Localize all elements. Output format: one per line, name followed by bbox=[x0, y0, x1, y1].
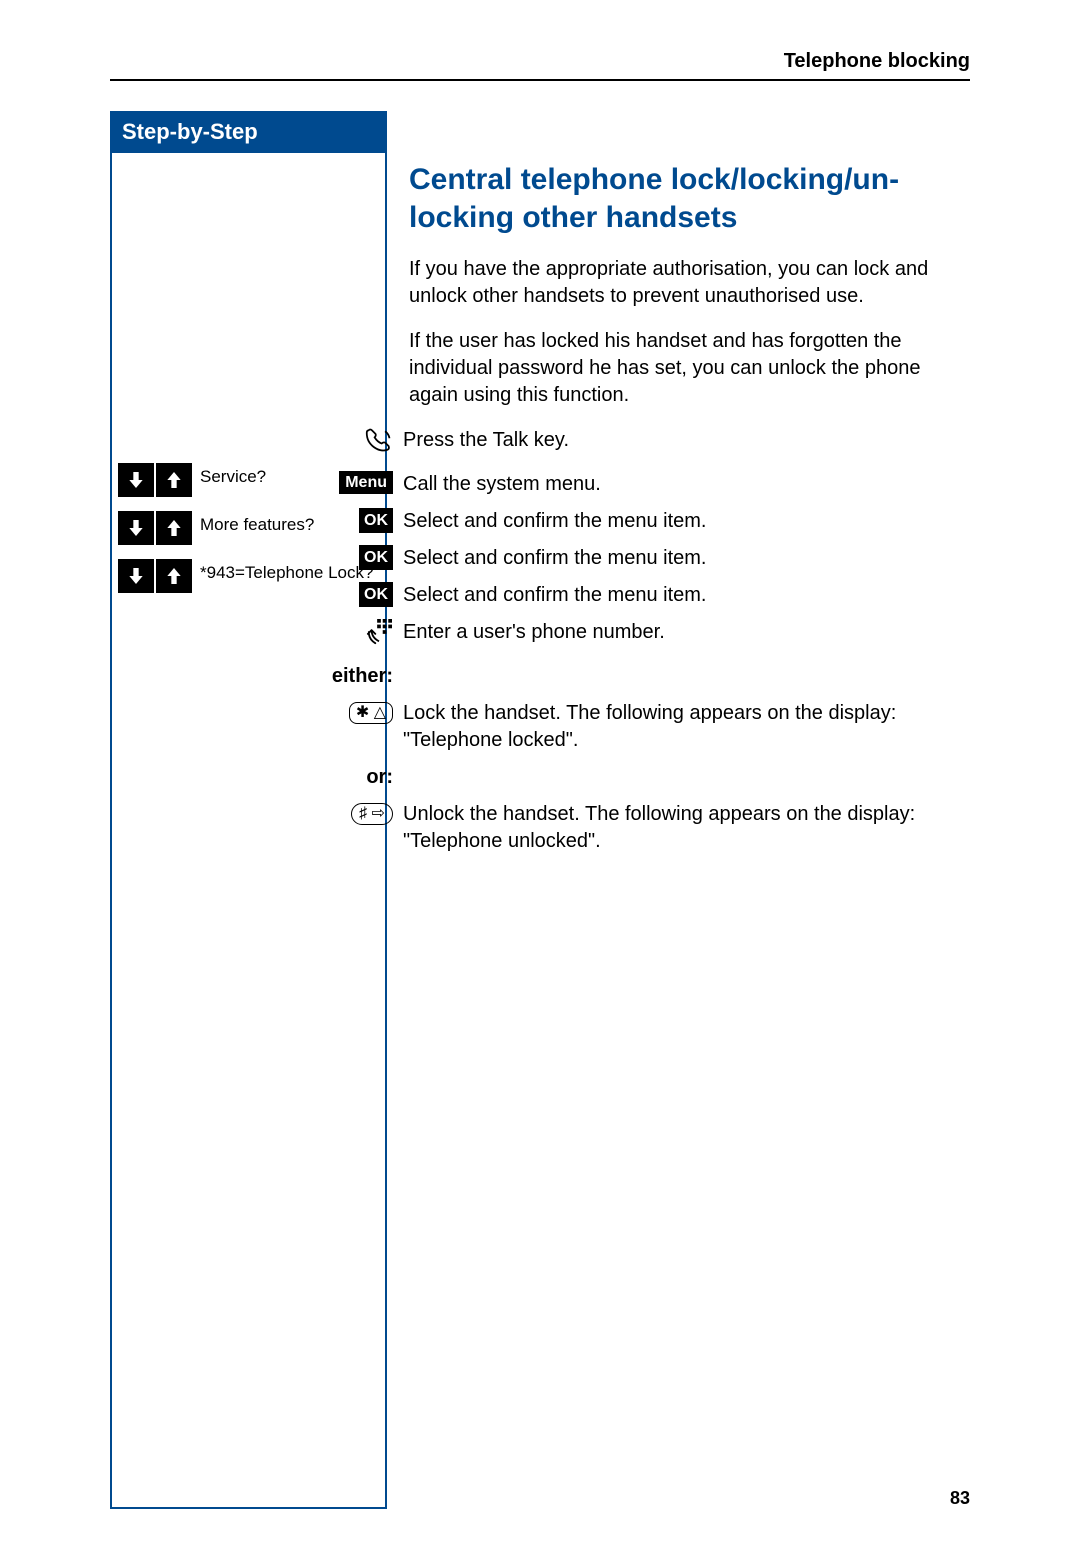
page-title: Central telephone lock/locking/un­lockin… bbox=[409, 161, 970, 236]
page-number: 83 bbox=[950, 1488, 970, 1509]
arrow-down-icon bbox=[118, 511, 154, 545]
step-enter-number: Enter a user's phone number. bbox=[409, 619, 970, 653]
arrow-up-icon bbox=[156, 511, 192, 545]
intro-paragraph-2: If the user has locked his handset and h… bbox=[409, 328, 970, 409]
step-text: Select and confirm the menu item. bbox=[403, 582, 970, 609]
step-lock: ✱ △ Lock the handset. The following appe… bbox=[409, 700, 970, 754]
step-ok-1: OK Select and confirm the menu item. bbox=[409, 508, 970, 535]
star-key-icon: ✱ △ bbox=[349, 702, 393, 724]
arrow-down-icon bbox=[118, 559, 154, 593]
arrow-up-icon bbox=[156, 463, 192, 497]
step-text: Unlock the handset. The following appear… bbox=[403, 801, 970, 855]
step-text: Select and confirm the menu item. bbox=[403, 545, 970, 572]
or-label-row: or: bbox=[409, 764, 970, 791]
arrow-down-icon bbox=[118, 463, 154, 497]
step-text: Enter a user's phone number. bbox=[403, 619, 970, 646]
sidebar-row-service: Service? bbox=[118, 463, 377, 497]
ok-badge: OK bbox=[359, 545, 393, 570]
either-label-row: either: bbox=[409, 663, 970, 690]
ok-badge: OK bbox=[359, 582, 393, 607]
intro-paragraph-1: If you have the appropriate authorisatio… bbox=[409, 256, 970, 310]
talk-key-icon bbox=[365, 427, 393, 461]
arrow-up-icon bbox=[156, 559, 192, 593]
step-text: Call the system menu. bbox=[403, 471, 970, 498]
step-sidebar: Step-by-Step Service? bbox=[110, 111, 387, 1509]
step-text: Select and confirm the menu item. bbox=[403, 508, 970, 535]
hash-key-icon: ♯ ⇨ bbox=[351, 803, 393, 825]
step-text: Press the Talk key. bbox=[403, 427, 970, 454]
menu-badge: Menu bbox=[339, 471, 393, 494]
keypad-icon bbox=[365, 619, 393, 653]
step-talk: Press the Talk key. bbox=[409, 427, 970, 461]
step-unlock: ♯ ⇨ Unlock the handset. The following ap… bbox=[409, 801, 970, 855]
sidebar-title: Step-by-Step bbox=[112, 111, 385, 153]
step-text: Lock the handset. The following appears … bbox=[403, 700, 970, 754]
sidebar-row-telephone-lock: *943=Telephone Lock? bbox=[118, 559, 377, 593]
step-menu: Menu Call the system menu. bbox=[409, 471, 970, 498]
step-ok-2: OK Select and confirm the menu item. bbox=[409, 545, 970, 572]
step-ok-3: OK Select and confirm the menu item. bbox=[409, 582, 970, 609]
or-label: or: bbox=[366, 764, 393, 791]
either-label: either: bbox=[332, 663, 393, 690]
running-head: Telephone blocking bbox=[110, 50, 970, 81]
main-content: Central telephone lock/locking/un­lockin… bbox=[409, 111, 970, 865]
ok-badge: OK bbox=[359, 508, 393, 533]
sidebar-row-more-features: More features? bbox=[118, 511, 377, 545]
